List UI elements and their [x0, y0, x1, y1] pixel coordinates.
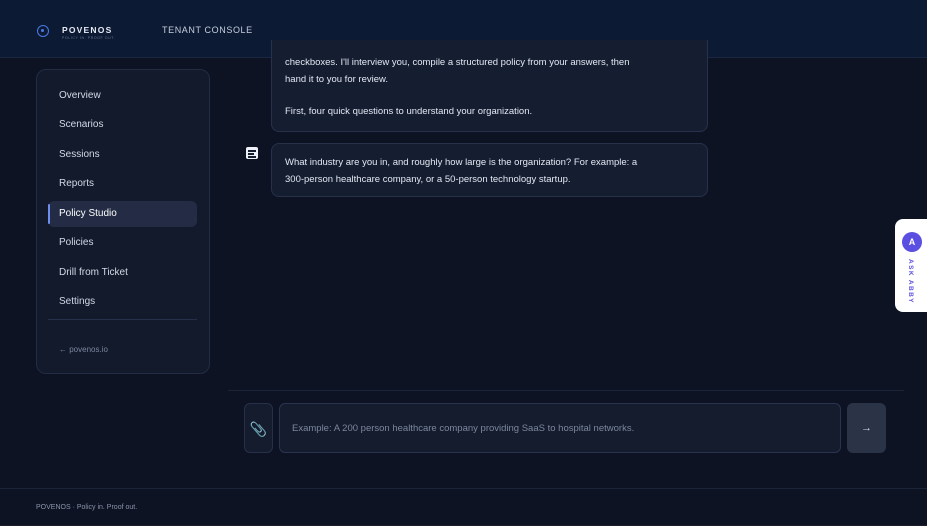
sidebar-item-policy-studio[interactable]: Policy Studio: [48, 201, 197, 227]
sidebar: Overview Scenarios Sessions Reports Poli…: [36, 69, 210, 374]
message-text: 300-person healthcare company, or a 50-p…: [285, 174, 571, 185]
logo-icon[interactable]: [37, 25, 49, 37]
sidebar-item-scenarios[interactable]: Scenarios: [48, 112, 197, 138]
chat-input[interactable]: [279, 403, 841, 453]
app-window: POVENOS POLICY IN. PROOF OUT. TENANT CON…: [0, 0, 927, 525]
sidebar-item-sessions[interactable]: Sessions: [48, 142, 197, 168]
message-text: checkboxes. I'll interview you, compile …: [285, 57, 630, 68]
window-bottom-edge: [0, 525, 927, 526]
brand-tagline: POLICY IN. PROOF OUT.: [62, 36, 116, 40]
ask-abby-tab[interactable]: A ASK ABBY: [895, 219, 927, 312]
send-button[interactable]: →: [847, 403, 886, 453]
paperclip-icon: 📎: [249, 421, 268, 437]
arrow-right-icon: →: [861, 422, 872, 434]
sidebar-item-settings[interactable]: Settings: [48, 289, 197, 315]
footer-text: POVENOS · Policy in. Proof out.: [36, 504, 138, 511]
message-text: What industry are you in, and roughly ho…: [285, 157, 638, 168]
assistant-message: What industry are you in, and roughly ho…: [271, 143, 708, 197]
sidebar-divider: [48, 319, 197, 320]
abby-avatar: A: [902, 232, 922, 252]
back-to-site-link[interactable]: ← povenos.io: [59, 345, 108, 354]
footer: POVENOS · Policy in. Proof out.: [0, 488, 927, 525]
sidebar-item-reports[interactable]: Reports: [48, 171, 197, 197]
assistant-message-icon: [246, 147, 258, 159]
console-title: TENANT CONSOLE: [162, 25, 253, 35]
brand-name[interactable]: POVENOS: [62, 25, 112, 35]
composer-divider: [228, 390, 904, 391]
message-text: hand it to you for review.: [285, 74, 388, 85]
sidebar-item-overview[interactable]: Overview: [48, 83, 197, 109]
sidebar-item-drill-from-ticket[interactable]: Drill from Ticket: [48, 260, 197, 286]
assistant-message: checkboxes. I'll interview you, compile …: [271, 40, 708, 132]
message-text: First, four quick questions to understan…: [285, 106, 533, 117]
sidebar-item-policies[interactable]: Policies: [48, 230, 197, 256]
ask-abby-label: ASK ABBY: [907, 259, 914, 304]
attach-button[interactable]: 📎: [244, 403, 273, 453]
